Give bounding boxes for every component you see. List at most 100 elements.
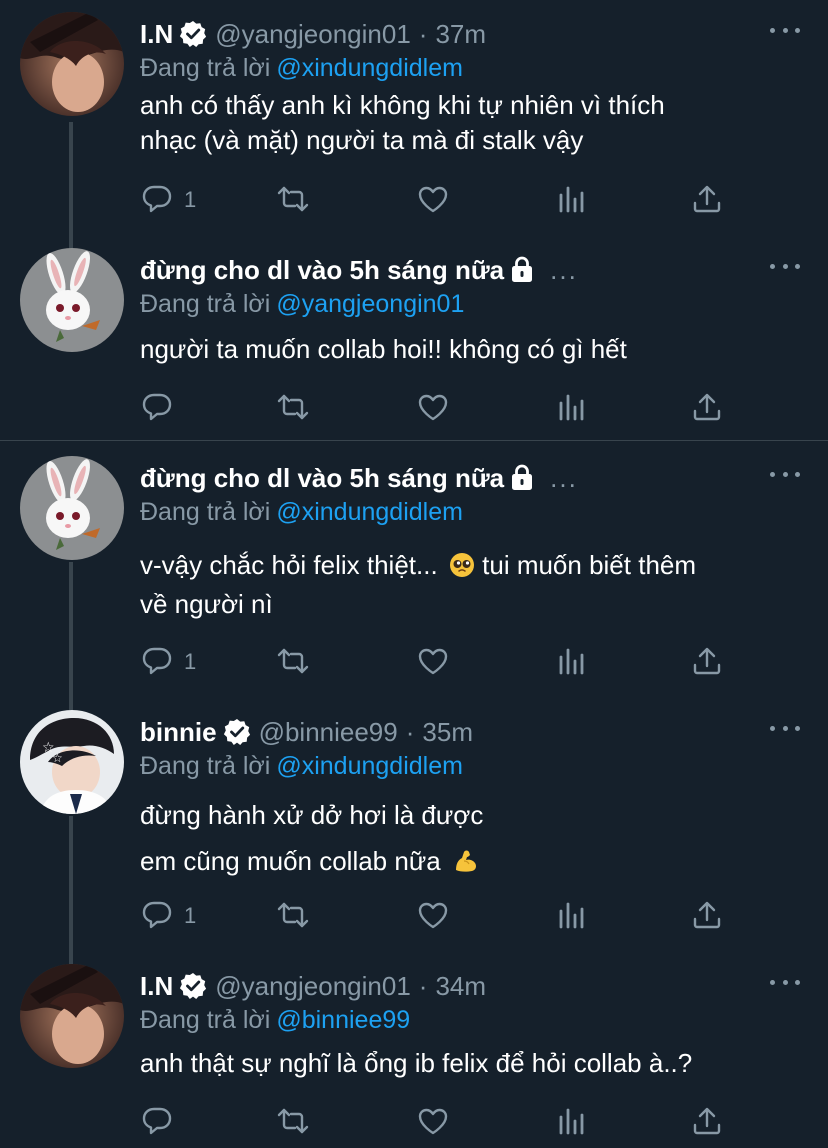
retweet-icon — [277, 648, 309, 674]
avatar[interactable] — [20, 12, 124, 116]
reply-button[interactable]: 1 — [140, 642, 196, 682]
retweet-button[interactable] — [276, 642, 310, 682]
tweet[interactable]: I.N @yangjeongin01 · 37m Đang trả lời @xi… — [0, 12, 828, 232]
tweet-actions: 1 — [140, 180, 740, 220]
tweet-header: đừng cho dl vào 5h sáng nữa ... — [140, 248, 578, 292]
like-icon — [418, 1108, 448, 1135]
verified-badge-icon — [222, 718, 251, 746]
replying-to-label: Đang trả lời — [140, 752, 271, 780]
tweet-text-line: người ta muốn collab hoi!! không có gì h… — [140, 334, 627, 364]
avatar[interactable]: ☆ ☆ — [20, 710, 124, 814]
username[interactable]: @binniee99 — [259, 717, 398, 748]
like-button[interactable] — [416, 896, 450, 936]
share-button[interactable] — [690, 896, 724, 936]
like-button[interactable] — [416, 180, 450, 220]
display-name[interactable]: đừng cho dl vào 5h sáng nữa — [140, 463, 504, 494]
tweet[interactable]: đừng cho dl vào 5h sáng nữa ... Đang trả… — [0, 248, 828, 438]
like-icon — [418, 648, 448, 675]
divider — [0, 440, 828, 441]
share-icon — [693, 1107, 721, 1135]
separator: · — [405, 716, 415, 747]
like-icon — [418, 394, 448, 421]
replying-to: Đang trả lời @xindungdidlem — [140, 498, 463, 527]
share-button[interactable] — [690, 180, 724, 220]
tweet-text-line: anh có thấy anh kì không khi tự nhiên vì… — [140, 90, 665, 120]
retweet-button[interactable] — [276, 896, 310, 936]
share-button[interactable] — [690, 388, 724, 428]
share-icon — [693, 185, 721, 213]
more-icon[interactable] — [770, 718, 800, 738]
like-button[interactable] — [416, 642, 450, 682]
display-name[interactable]: binnie — [140, 717, 217, 748]
mention-link[interactable]: @binniee99 — [276, 1006, 410, 1034]
like-button[interactable] — [416, 388, 450, 428]
display-name[interactable]: đừng cho dl vào 5h sáng nữa — [140, 255, 504, 286]
avatar[interactable] — [20, 964, 124, 1068]
username[interactable]: @yangjeongin01 — [215, 19, 411, 50]
verified-badge-icon — [179, 972, 208, 1000]
timestamp[interactable]: 35m — [422, 717, 473, 748]
tweet-text: đừng hành xử dở hơi là được em cũng muốn… — [140, 792, 800, 888]
tweet[interactable]: đừng cho dl vào 5h sáng nữa ... Đang trả… — [0, 456, 828, 696]
tweet-text-segment: v-vậy chắc hỏi felix thiệt... — [140, 550, 445, 580]
mention-link[interactable]: @xindungdidlem — [276, 54, 463, 82]
svg-text:☆: ☆ — [52, 751, 63, 765]
display-name[interactable]: I.N — [140, 19, 173, 50]
replying-to-label: Đang trả lời — [140, 290, 271, 318]
tweet-text-line: đừng hành xử dở hơi là được — [140, 800, 484, 830]
analytics-button[interactable] — [554, 896, 588, 936]
replying-to-label: Đang trả lời — [140, 498, 271, 526]
more-icon[interactable] — [770, 464, 800, 484]
mention-link[interactable]: @xindungdidlem — [276, 752, 463, 780]
replying-to: Đang trả lời @xindungdidlem — [140, 752, 463, 781]
tweet-text-segment: tui muốn biết thêm — [474, 550, 697, 580]
tweet-actions — [140, 388, 740, 428]
retweet-button[interactable] — [276, 180, 310, 220]
analytics-icon — [559, 902, 584, 929]
share-button[interactable] — [690, 642, 724, 682]
retweet-icon — [277, 394, 309, 420]
reply-icon — [142, 647, 172, 675]
tweet-actions — [140, 1102, 740, 1142]
retweet-button[interactable] — [276, 388, 310, 428]
username[interactable]: @yangjeongin01 — [215, 971, 411, 1002]
tweet-text: anh có thấy anh kì không khi tự nhiên vì… — [140, 88, 800, 158]
reply-button[interactable] — [140, 388, 184, 428]
like-icon — [418, 902, 448, 929]
more-icon[interactable] — [770, 20, 800, 40]
pleading-face-emoji — [449, 552, 475, 587]
like-button[interactable] — [416, 1102, 450, 1142]
more-icon[interactable] — [770, 972, 800, 992]
mention-link[interactable]: @xindungdidlem — [276, 498, 463, 526]
share-button[interactable] — [690, 1102, 724, 1142]
mention-link[interactable]: @yangjeongin01 — [276, 290, 464, 318]
replying-to-label: Đang trả lời — [140, 54, 271, 82]
replying-to-label: Đang trả lời — [140, 1006, 271, 1034]
tweet-header: binnie @binniee99 · 35m — [140, 710, 473, 754]
more-icon[interactable] — [770, 256, 800, 276]
tweet[interactable]: ☆ ☆ binnie @binniee99 · 35m Đang trả lời… — [0, 710, 828, 950]
tweet-actions: 1 — [140, 896, 740, 936]
reply-icon — [142, 1107, 172, 1135]
reply-button[interactable] — [140, 1102, 184, 1142]
analytics-button[interactable] — [554, 1102, 588, 1142]
analytics-button[interactable] — [554, 180, 588, 220]
tweet[interactable]: I.N @yangjeongin01 · 34m Đang trả lời @bi… — [0, 964, 828, 1148]
avatar[interactable] — [20, 248, 124, 352]
retweet-icon — [277, 1108, 309, 1134]
analytics-button[interactable] — [554, 388, 588, 428]
timestamp[interactable]: 34m — [435, 971, 486, 1002]
avatar[interactable] — [20, 456, 124, 560]
analytics-icon — [559, 186, 584, 213]
reply-button[interactable]: 1 — [140, 896, 196, 936]
conversation-feed: I.N @yangjeongin01 · 37m Đang trả lời @xi… — [0, 0, 828, 1148]
tweet-text-line: anh thật sự nghĩ là ổng ib felix để hỏi … — [140, 1048, 693, 1078]
analytics-icon — [559, 394, 584, 421]
reply-button[interactable]: 1 — [140, 180, 196, 220]
timestamp[interactable]: 37m — [435, 19, 486, 50]
analytics-button[interactable] — [554, 642, 588, 682]
retweet-button[interactable] — [276, 1102, 310, 1142]
reply-count: 1 — [184, 903, 197, 928]
share-icon — [693, 901, 721, 929]
display-name[interactable]: I.N — [140, 971, 173, 1002]
